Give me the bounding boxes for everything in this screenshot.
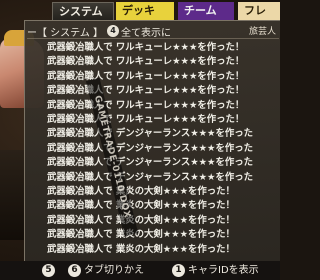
chat-message: 武器鍛冶職人で 業炎の大剣★★★を作った！ — [47, 214, 235, 226]
filter-row: ー 【 システム 】 4 全て表示に 旅芸人 — [25, 23, 280, 39]
chat-message: 武器鍛冶職人で 業炎の大剣★★★を作った！ — [47, 243, 235, 255]
chat-message: 武器鍛冶職人で デンジャーランス★★★を作った — [47, 128, 253, 140]
tab-deck[interactable]: デッキ — [116, 2, 174, 20]
show-all-label[interactable]: 全て表示に — [121, 24, 171, 39]
message-list[interactable]: 武器鍛冶職人で ワルキューレ★★★を作った！ 武器鍛冶職人で ワルキューレ★★★を… — [29, 41, 280, 257]
button-4-icon[interactable]: 4 — [107, 25, 119, 37]
tab-system[interactable]: システム — [52, 2, 114, 20]
chat-message: 武器鍛冶職人で ワルキューレ★★★を作った！ — [47, 85, 245, 97]
chat-message: 武器鍛冶職人で デンジャーランス★★★を作った — [47, 157, 253, 169]
chat-message: 武器鍛冶職人で ワルキューレ★★★を作った！ — [47, 114, 245, 125]
filter-divider — [27, 38, 279, 39]
chat-message: 武器鍛冶職人で 業炎の大剣★★★を作った！ — [47, 186, 235, 197]
chat-message: 武器鍛冶職人で ワルキューレ★★★を作った！ — [47, 70, 245, 82]
tab-friend[interactable]: フレン — [238, 2, 280, 35]
button-1-icon[interactable]: 1 — [172, 264, 185, 277]
filter-system-label[interactable]: 【 システム 】 — [37, 24, 103, 39]
chat-message: 武器鍛冶職人で ワルキューレ★★★を作った！ — [47, 99, 245, 111]
chat-message: 武器鍛冶職人で ワルキューレ★★★を作った！ — [47, 42, 245, 53]
chat-message: 武器鍛冶職人で デンジャーランス★★★を作った — [47, 142, 253, 154]
tab-switch-label: タブ切りかえ — [84, 265, 144, 276]
button-6-icon[interactable]: 6 — [68, 264, 81, 277]
filter-prefix: ー — [27, 28, 37, 39]
chat-message: 武器鍛冶職人で デンジャーランス★★★を作った — [47, 171, 253, 183]
chat-log-panel: ー 【 システム 】 4 全て表示に 旅芸人 武器鍛冶職人で ワルキューレ★★★… — [24, 20, 280, 261]
button-5-icon[interactable]: 5 — [42, 264, 55, 277]
game-screen: システム デッキ チーム フレン ー 【 システム 】 4 全て表示に 旅芸人 … — [0, 0, 280, 280]
travel-entertainer-label: 旅芸人 — [249, 27, 277, 37]
chat-message: 武器鍛冶職人で 業炎の大剣★★★を作った！ — [47, 200, 235, 212]
chara-id-label: キャラIDを表示 — [188, 265, 259, 276]
tab-team[interactable]: チーム — [178, 2, 234, 20]
button-guide-bar: 5 6 タブ切りかえ 1 キャラIDを表示 — [0, 261, 280, 280]
chat-message: 武器鍛冶職人で ワルキューレ★★★を作った！ — [47, 56, 245, 68]
chat-message: 武器鍛冶職人で 業炎の大剣★★★を作った！ — [47, 229, 235, 241]
